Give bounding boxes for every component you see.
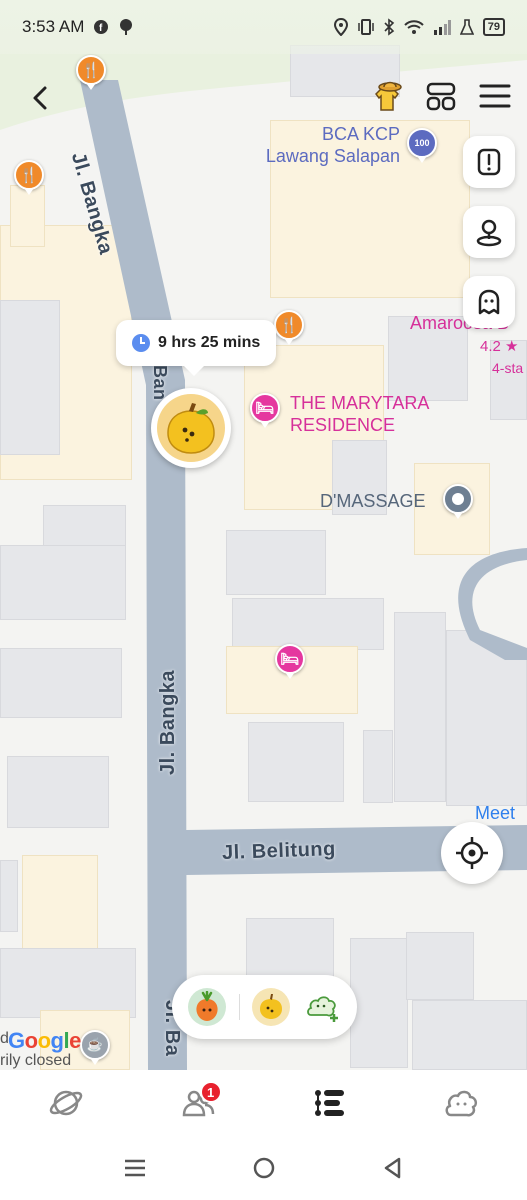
bank-note-icon: 100 — [414, 138, 430, 148]
cloud-face-icon — [445, 1090, 478, 1117]
hotel-pin[interactable]: 🛏 — [250, 393, 280, 428]
meet-label[interactable]: Meet — [475, 802, 515, 824]
nav-explore[interactable] — [36, 1073, 96, 1133]
carrot-avatar-icon — [196, 991, 218, 1021]
tree-icon — [120, 19, 133, 35]
person-pin-icon — [476, 219, 502, 247]
google-logo: Google — [8, 1028, 81, 1053]
massage-pin[interactable] — [443, 484, 473, 519]
hotel-pin[interactable]: 🛏 — [275, 644, 305, 679]
wifi-icon — [404, 20, 424, 34]
planet-icon — [49, 1090, 83, 1116]
bank-label-line1: BCA KCP — [321, 124, 400, 144]
menu-button[interactable] — [476, 78, 514, 114]
notification-badge: 1 — [199, 1081, 222, 1103]
clock-icon — [132, 334, 150, 352]
user-avatar-marker[interactable] — [151, 388, 231, 468]
fork-knife-icon: 🍴 — [279, 317, 299, 334]
friend-avatar-carrot[interactable] — [188, 988, 227, 1026]
cafe-pin[interactable]: ☕ — [80, 1030, 110, 1065]
add-friend-button[interactable] — [303, 988, 341, 1026]
pumpkin-avatar-icon — [157, 394, 225, 462]
bank-label[interactable]: BCA KCP Lawang Salapan — [250, 123, 400, 167]
add-friend-icon — [306, 996, 338, 1022]
recent-apps-icon[interactable] — [122, 1157, 148, 1179]
bank-pin[interactable]: 100 — [407, 128, 437, 163]
fork-knife-icon: 🍴 — [19, 167, 39, 184]
friends-quick-bar — [172, 975, 357, 1039]
dot-icon — [452, 493, 464, 505]
nav-friends[interactable]: 1 — [168, 1073, 228, 1133]
facebook-icon: f — [94, 20, 109, 34]
back-triangle-icon[interactable] — [380, 1155, 406, 1181]
fork-knife-icon: 🍴 — [81, 62, 101, 79]
pumpkin-small-icon — [260, 994, 283, 1019]
amaroosa-star-class: 4-sta — [492, 360, 524, 376]
location-icon — [333, 18, 348, 36]
list-icon — [315, 1090, 345, 1116]
map-view[interactable]: Jl. Bangka Jl. Bangka Jl. Belitung Jl. B… — [0, 0, 527, 1070]
divider — [238, 994, 240, 1020]
my-location-button[interactable] — [441, 822, 503, 884]
road-label-jl-belitung: Jl. Belitung — [221, 838, 337, 864]
amaroosa-rating: 4.2 ★ — [480, 338, 519, 355]
nav-profile[interactable] — [431, 1073, 491, 1133]
home-icon[interactable] — [251, 1155, 277, 1181]
status-bar: 3:53 AM f 79 — [0, 0, 527, 54]
away-time-text: 9 hrs 25 mins — [158, 334, 261, 351]
cup-icon: ☕ — [86, 1037, 104, 1052]
status-time: 3:53 AM — [22, 17, 85, 36]
alert-icon — [477, 148, 501, 176]
bluetooth-icon — [384, 18, 394, 36]
crosshair-icon — [456, 837, 488, 869]
restaurant-pin[interactable]: 🍴 — [14, 160, 44, 195]
location-share-button[interactable] — [463, 206, 515, 258]
vibrate-icon — [358, 19, 374, 35]
system-navigation-bar — [0, 1136, 527, 1200]
massage-label[interactable]: D'MASSAGE — [320, 490, 425, 512]
bank-label-line2: Lawang Salapan — [265, 146, 400, 166]
grid-icon — [426, 82, 456, 111]
road-label-jl-bangka-mid: Jl. Bangka — [157, 669, 179, 775]
hotel-label-line1: THE MARYTARA — [290, 393, 430, 413]
bed-icon: 🛏 — [255, 400, 275, 417]
hotel-label-line2: RESIDENCE — [290, 415, 396, 435]
nav-feed[interactable] — [299, 1073, 359, 1133]
chevron-left-icon — [33, 86, 47, 110]
hotel-label[interactable]: THE MARYTARA RESIDENCE — [290, 392, 429, 436]
ghost-mode-button[interactable] — [463, 276, 515, 328]
bottom-navigation: 1 — [0, 1070, 527, 1136]
grid-view-button[interactable] — [423, 78, 459, 114]
restaurant-pin[interactable]: 🍴 — [274, 310, 304, 345]
outfit-button[interactable] — [366, 76, 408, 118]
alert-button[interactable] — [463, 136, 515, 188]
signal-icon — [433, 20, 451, 35]
hamburger-icon — [479, 84, 511, 108]
battery-indicator: 79 — [482, 18, 505, 36]
back-button[interactable] — [22, 80, 58, 116]
restaurant-pin[interactable]: 🍴 — [76, 55, 106, 90]
lab-flask-icon — [459, 19, 474, 35]
ghost-icon — [478, 289, 500, 315]
away-time-tooltip: 9 hrs 25 mins — [116, 320, 277, 376]
bed-icon: 🛏 — [280, 651, 300, 668]
hat-shirt-icon — [375, 81, 402, 111]
friend-avatar-pumpkin[interactable] — [252, 988, 291, 1026]
